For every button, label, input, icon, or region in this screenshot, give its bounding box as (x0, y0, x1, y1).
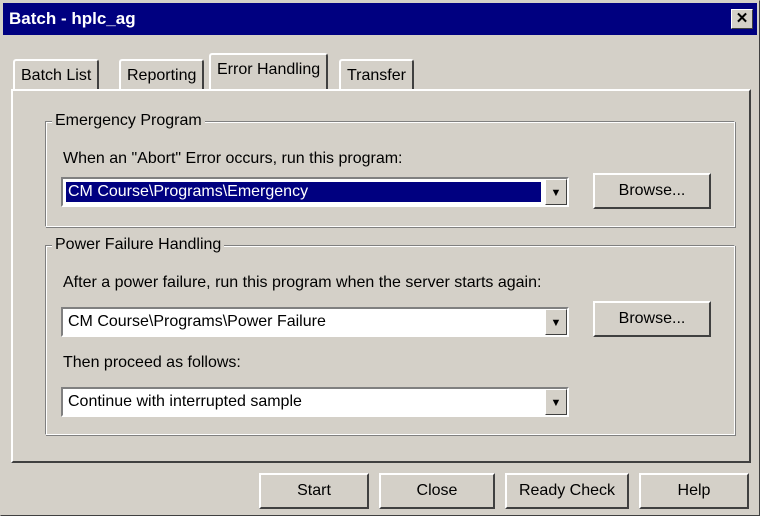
window-title: Batch - hplc_ag (9, 9, 136, 28)
close-button[interactable]: Close (379, 473, 495, 509)
error-handling-panel: Emergency Program When an "Abort" Error … (11, 89, 751, 463)
tab-label: Batch List (21, 67, 92, 84)
tab-error-handling[interactable]: Error Handling (209, 53, 329, 89)
proceed-action-value: Continue with interrupted sample (68, 393, 302, 410)
tab-reporting[interactable]: Reporting (119, 59, 205, 89)
power-failure-program-select[interactable]: CM Course\Programs\Power Failure ▼ (61, 307, 569, 337)
batch-window: Batch - hplc_ag ✕ Batch List Reporting E… (0, 0, 760, 516)
emergency-program-value: CM Course\Programs\Emergency (65, 181, 542, 203)
proceed-prompt: Then proceed as follows: (63, 354, 241, 371)
chevron-down-icon[interactable]: ▼ (545, 389, 567, 415)
chevron-down-icon[interactable]: ▼ (545, 309, 567, 335)
emergency-browse-button[interactable]: Browse... (593, 173, 711, 209)
tab-label: Transfer (347, 67, 406, 84)
start-button[interactable]: Start (259, 473, 369, 509)
help-button[interactable]: Help (639, 473, 749, 509)
tab-transfer[interactable]: Transfer (339, 59, 414, 89)
power-failure-prompt: After a power failure, run this program … (63, 274, 542, 291)
title-bar[interactable]: Batch - hplc_ag ✕ (3, 3, 757, 35)
emergency-prompt: When an "Abort" Error occurs, run this p… (63, 150, 403, 167)
tab-label: Reporting (127, 67, 197, 84)
power-failure-group-title: Power Failure Handling (52, 235, 225, 255)
emergency-program-select[interactable]: CM Course\Programs\Emergency ▼ (61, 177, 569, 207)
chevron-down-icon[interactable]: ▼ (545, 179, 567, 205)
close-icon[interactable]: ✕ (731, 9, 753, 29)
tab-batch-list[interactable]: Batch List (13, 59, 100, 89)
emergency-group-title: Emergency Program (52, 111, 205, 131)
ready-check-button[interactable]: Ready Check (505, 473, 629, 509)
proceed-action-select[interactable]: Continue with interrupted sample ▼ (61, 387, 569, 417)
tab-label: Error Handling (217, 61, 321, 78)
power-failure-program-value: CM Course\Programs\Power Failure (68, 313, 326, 330)
power-failure-browse-button[interactable]: Browse... (593, 301, 711, 337)
